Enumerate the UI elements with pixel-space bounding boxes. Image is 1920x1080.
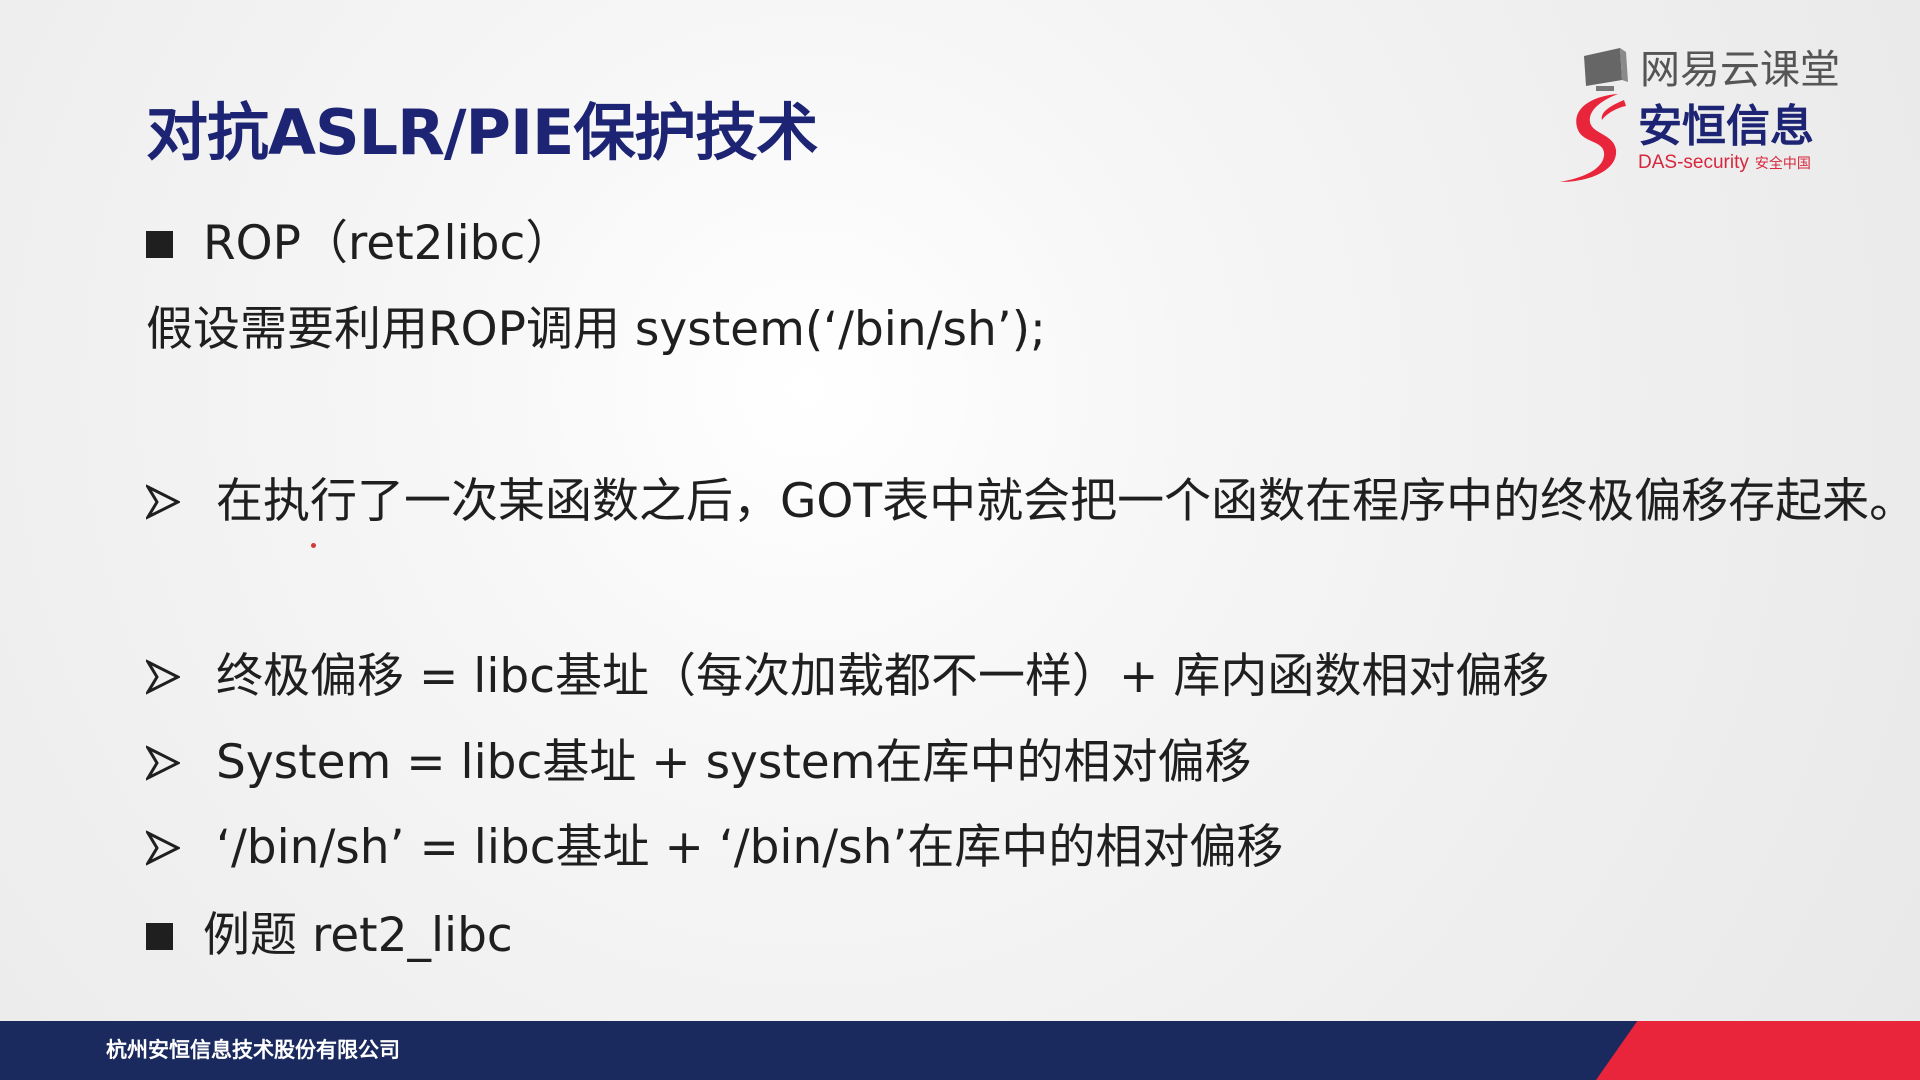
company-short-name: 安恒信息	[1638, 101, 1814, 152]
arrow-bullet-icon	[146, 484, 180, 520]
list-item-text: ‘/bin/sh’ = libc基址 + ‘/bin/sh’在库中的相对偏移	[216, 820, 1284, 875]
list-item: 在执行了一次某函数之后，GOT表中就会把一个函数在程序中的终极偏移存起来。	[146, 472, 1916, 532]
company-english-label: DAS-security	[1638, 152, 1749, 173]
list-item-text: ROP（ret2libc）	[203, 216, 573, 271]
list-item-text: 假设需要利用ROP调用 system(‘/bin/sh’);	[146, 302, 1046, 357]
list-item: ‘/bin/sh’ = libc基址 + ‘/bin/sh’在库中的相对偏移	[146, 818, 1283, 878]
list-item-text: System = libc基址 + system在库中的相对偏移	[216, 735, 1252, 790]
presentation-slide: 对抗ASLR/PIE保护技术 网易云课堂 安恒信息 DAS-security 安全…	[0, 0, 1920, 1080]
list-item-text: 例题 ret2_libc	[203, 908, 513, 963]
footer-bar: 杭州安恒信息技术股份有限公司	[0, 1021, 1920, 1080]
arrow-bullet-icon	[146, 745, 180, 781]
list-item: System = libc基址 + system在库中的相对偏移	[146, 733, 1252, 793]
list-item: 假设需要利用ROP调用 system(‘/bin/sh’);	[146, 300, 1046, 360]
company-english-name: DAS-security 安全中国	[1638, 152, 1811, 174]
square-bullet-icon	[146, 230, 173, 258]
list-item: 例题 ret2_libc	[146, 906, 513, 966]
arrow-bullet-icon	[146, 830, 180, 866]
footer-company-name: 杭州安恒信息技术股份有限公司	[106, 1038, 400, 1062]
arrow-bullet-icon	[146, 659, 180, 695]
square-bullet-icon	[146, 922, 173, 950]
brand-logo: 网易云课堂 安恒信息 DAS-security 安全中国	[1554, 44, 1894, 194]
das-s-logo-icon	[1560, 94, 1626, 182]
pointer-cursor-icon	[311, 543, 316, 548]
company-tagline: 安全中国	[1754, 155, 1811, 171]
list-item-text: 终极偏移 = libc基址（每次加载都不一样）+ 库内函数相对偏移	[216, 649, 1550, 704]
platform-name: 网易云课堂	[1640, 47, 1840, 93]
list-item-text: 在执行了一次某函数之后，GOT表中就会把一个函数在程序中的终极偏移存起来。	[216, 474, 1917, 529]
list-item: 终极偏移 = libc基址（每次加载都不一样）+ 库内函数相对偏移	[146, 647, 1549, 707]
list-item: ROP（ret2libc）	[146, 214, 572, 274]
slide-title: 对抗ASLR/PIE保护技术	[146, 96, 818, 169]
footer-accent-stripe	[1596, 1021, 1920, 1080]
